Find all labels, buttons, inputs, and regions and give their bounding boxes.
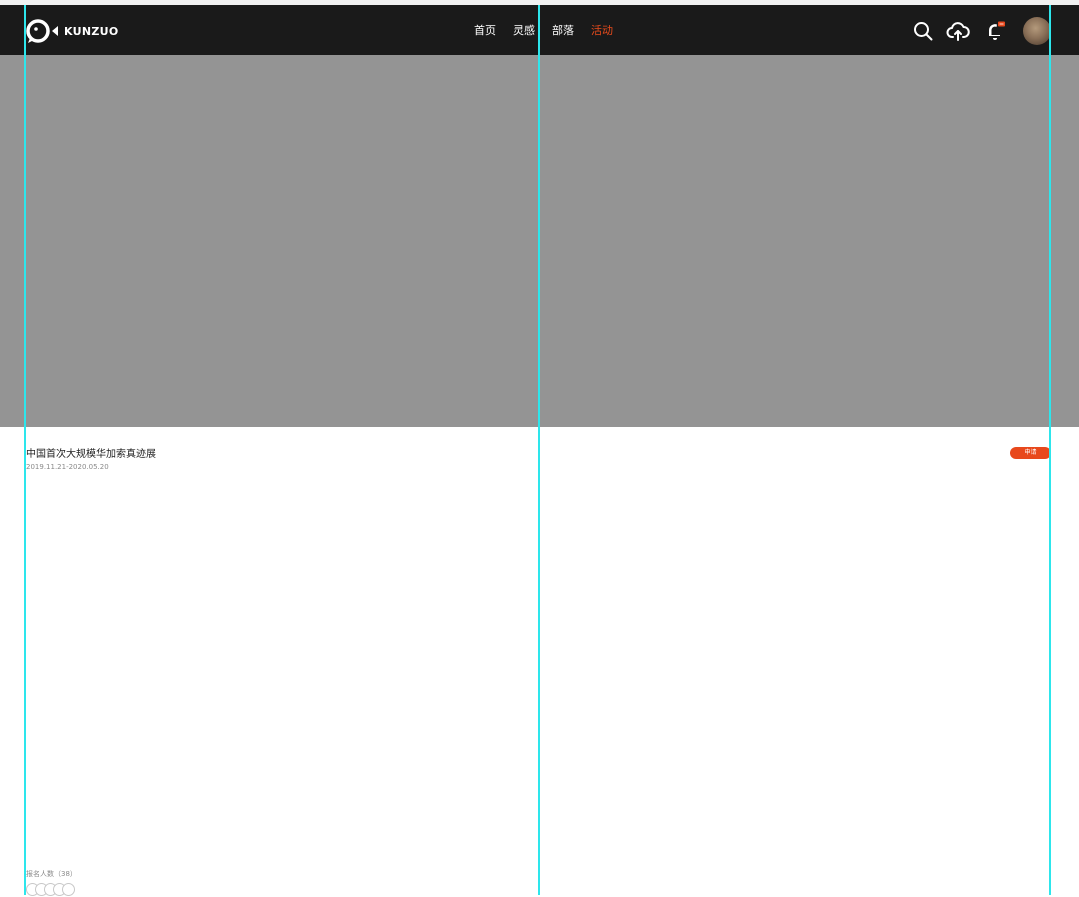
event-title: 中国首次大规模华加索真迹展 (26, 449, 156, 460)
kunzuo-logo-icon (26, 19, 58, 43)
nav-item-home[interactable]: 首页 (474, 24, 496, 38)
layout-guide-right (1049, 5, 1051, 895)
signup-count: 报名人数（38） (26, 870, 77, 878)
nav-item-inspiration[interactable]: 灵感 (513, 24, 535, 38)
search-icon[interactable] (911, 19, 935, 43)
main-nav: 首页 灵感 部落 活动 (474, 24, 630, 38)
layout-guide-center (538, 5, 540, 895)
nav-item-tribe[interactable]: 部落 (552, 24, 574, 38)
event-dates: 2019.11.21-2020.05.20 (26, 463, 109, 471)
user-avatar[interactable] (1023, 17, 1051, 45)
cloud-upload-icon[interactable] (946, 19, 970, 43)
brand-name: KUNZUO (64, 24, 119, 38)
participant-avatar (62, 883, 75, 896)
bell-icon[interactable] (983, 19, 1007, 43)
layout-guide-left (24, 5, 26, 895)
apply-button[interactable]: 申请 (1010, 447, 1051, 459)
nav-item-events[interactable]: 活动 (591, 24, 613, 38)
brand-logo[interactable]: KUNZUO (26, 18, 119, 44)
